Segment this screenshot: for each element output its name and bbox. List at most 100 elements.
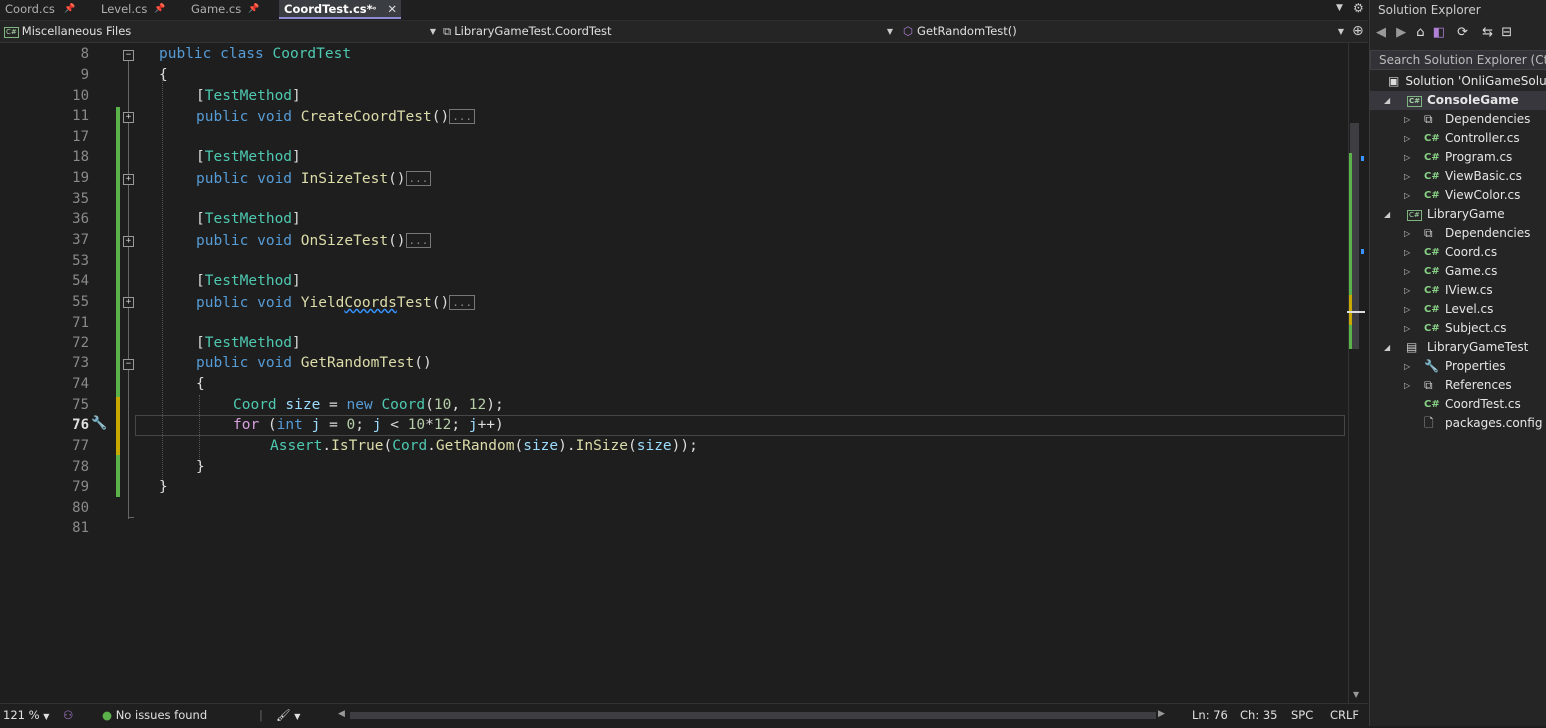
- line-number: 78: [72, 459, 89, 475]
- scroll-right-arrow-icon[interactable]: ▶: [1158, 709, 1165, 719]
- expanded-chevron-icon[interactable]: ◢: [1384, 91, 1390, 110]
- home-icon[interactable]: ⌂: [1416, 25, 1424, 40]
- collapsed-chevron-icon[interactable]: ▷: [1404, 129, 1410, 148]
- zoom-dropdown[interactable]: 121 % ▼: [3, 704, 49, 726]
- dependencies-icon: ⧉: [1424, 226, 1433, 240]
- code-cleanup-icon[interactable]: 🖌 ▼: [276, 704, 300, 726]
- tab-coord-cs[interactable]: Coord.cs 📌: [0, 0, 92, 19]
- document-tab-bar: Coord.cs 📌 Level.cs 📌 Game.cs 📌 CoordTes…: [0, 0, 1368, 21]
- type-dropdown[interactable]: ⧉ LibraryGameTest.CoordTest ▼: [443, 23, 893, 40]
- line-ending-indicator[interactable]: CRLF: [1330, 704, 1359, 726]
- tree-item-label: ConsoleGame: [1427, 93, 1519, 107]
- code-line: Assert.IsTrue(Cord.GetRandom(size).InSiz…: [270, 438, 698, 454]
- expand-icon[interactable]: +: [123, 112, 134, 123]
- expanded-chevron-icon[interactable]: ◢: [1384, 338, 1390, 357]
- collapsed-chevron-icon[interactable]: ▷: [1404, 167, 1410, 186]
- whitespace-indicator[interactable]: SPC: [1291, 704, 1313, 726]
- collapsed-chevron-icon[interactable]: ▷: [1404, 319, 1410, 338]
- collapse-icon[interactable]: −: [123, 50, 134, 61]
- tree-item-file[interactable]: ▷ C# IView.cs: [1370, 281, 1546, 300]
- collapsed-chevron-icon[interactable]: ▷: [1404, 110, 1410, 129]
- search-placeholder: Search Solution Explorer (Ctrl+;): [1379, 53, 1546, 67]
- pin-icon[interactable]: ⊸: [369, 0, 377, 19]
- pin-icon[interactable]: 📌: [154, 0, 165, 19]
- csharp-file-icon: C#: [1424, 304, 1440, 315]
- tree-item-file[interactable]: ▷ C# Level.cs: [1370, 300, 1546, 319]
- tree-item-label: ViewBasic.cs: [1445, 169, 1522, 183]
- expanded-chevron-icon[interactable]: ◢: [1384, 205, 1390, 224]
- type-label: LibraryGameTest.CoordTest: [454, 24, 612, 38]
- column-indicator[interactable]: Ch: 35: [1240, 704, 1277, 726]
- outline-line-end: [128, 517, 134, 518]
- search-solution-explorer-input[interactable]: Search Solution Explorer (Ctrl+;): [1370, 50, 1546, 70]
- tree-item-file[interactable]: 🗋 packages.config: [1370, 414, 1546, 433]
- collapsed-chevron-icon[interactable]: ▷: [1404, 262, 1410, 281]
- collapsed-chevron-icon[interactable]: ▷: [1404, 376, 1410, 395]
- csharp-file-icon: C#: [1424, 152, 1440, 163]
- history-icon[interactable]: ⟳: [1457, 25, 1468, 40]
- issues-indicator[interactable]: ● No issues found: [102, 704, 207, 726]
- scroll-left-arrow-icon[interactable]: ◀: [338, 709, 345, 719]
- vertical-scrollbar[interactable]: ▼: [1347, 43, 1365, 703]
- collapsed-chevron-icon[interactable]: ▷: [1404, 148, 1410, 167]
- tree-item-file[interactable]: ▷ C# Coord.cs: [1370, 243, 1546, 262]
- close-icon[interactable]: ✕: [387, 0, 397, 19]
- collapsed-chevron-icon[interactable]: ▷: [1404, 357, 1410, 376]
- tree-item-file[interactable]: ▷ C# ViewColor.cs: [1370, 186, 1546, 205]
- project-node-consolegame[interactable]: ◢ C# ConsoleGame: [1370, 91, 1546, 110]
- collapsed-chevron-icon[interactable]: ▷: [1404, 186, 1410, 205]
- chevron-down-icon: ▼: [43, 712, 50, 721]
- expand-icon[interactable]: +: [123, 174, 134, 185]
- tab-label: Coord.cs: [5, 2, 55, 16]
- project-dropdown[interactable]: C# Miscellaneous Files ▼: [4, 23, 436, 40]
- csharp-file-icon: C#: [1424, 190, 1440, 201]
- tree-item-dependencies[interactable]: ▷ ⧉ Dependencies: [1370, 110, 1546, 129]
- quick-actions-screwdriver-icon[interactable]: 🔧: [91, 416, 107, 431]
- tab-overflow-chevron-icon[interactable]: ▼: [1336, 3, 1343, 13]
- csharp-file-icon: C#: [1424, 247, 1440, 258]
- expand-icon[interactable]: +: [123, 236, 134, 247]
- member-dropdown[interactable]: ⬡ GetRandomTest() ▼: [903, 23, 1344, 40]
- csharp-file-icon: C#: [1424, 323, 1440, 334]
- solution-node[interactable]: ▣ Solution 'OnliGameSolution': [1388, 72, 1546, 91]
- scroll-down-arrow-icon[interactable]: ▼: [1353, 690, 1359, 699]
- tree-item-file[interactable]: C# CoordTest.cs: [1370, 395, 1546, 414]
- gear-icon[interactable]: ⚙: [1353, 1, 1364, 15]
- project-node-librarygametest[interactable]: ◢ ▤ LibraryGameTest: [1370, 338, 1546, 357]
- horizontal-scrollbar-thumb[interactable]: [350, 712, 1156, 719]
- collapsed-chevron-icon[interactable]: ▷: [1404, 300, 1410, 319]
- collapsed-chevron-icon[interactable]: ▷: [1404, 243, 1410, 262]
- collapse-icon[interactable]: −: [123, 359, 134, 370]
- tree-item-references[interactable]: ▷ ⧉ References: [1370, 376, 1546, 395]
- tree-item-file[interactable]: ▷ C# ViewBasic.cs: [1370, 167, 1546, 186]
- pin-icon[interactable]: 📌: [64, 0, 75, 19]
- tab-game-cs[interactable]: Game.cs 📌: [186, 0, 276, 19]
- back-icon[interactable]: ◀: [1376, 25, 1386, 40]
- tree-item-file[interactable]: ▷ C# Game.cs: [1370, 262, 1546, 281]
- tree-item-file[interactable]: ▷ C# Program.cs: [1370, 148, 1546, 167]
- collapsed-chevron-icon[interactable]: ▷: [1404, 224, 1410, 243]
- tree-item-file[interactable]: ▷ C# Controller.cs: [1370, 129, 1546, 148]
- pin-icon[interactable]: 📌: [248, 0, 259, 19]
- line-indicator[interactable]: Ln: 76: [1192, 704, 1228, 726]
- line-number: 37: [72, 232, 89, 248]
- tab-coordtest-cs[interactable]: CoordTest.cs* ⊸ ✕: [279, 0, 401, 19]
- dependencies-icon: ⧉: [1424, 112, 1433, 126]
- tree-item-dependencies[interactable]: ▷ ⧉ Dependencies: [1370, 224, 1546, 243]
- code-editor[interactable]: 8 9 10 11 17 18 19 35 36 37 53 54 55 71 …: [0, 43, 1348, 703]
- tree-item-label: Level.cs: [1445, 302, 1494, 316]
- divider: |: [259, 708, 263, 722]
- line-number: 18: [72, 149, 89, 165]
- forward-icon[interactable]: ▶: [1396, 25, 1406, 40]
- collapsed-chevron-icon[interactable]: ▷: [1404, 281, 1410, 300]
- collapse-all-icon[interactable]: ⊟: [1501, 25, 1512, 40]
- project-node-librarygame[interactable]: ◢ C# LibraryGame: [1370, 205, 1546, 224]
- sync-icon[interactable]: ⇆: [1482, 25, 1493, 40]
- split-window-icon[interactable]: ⊕: [1352, 23, 1364, 39]
- tab-level-cs[interactable]: Level.cs 📌: [96, 0, 176, 19]
- switch-views-icon[interactable]: ◧: [1433, 25, 1445, 40]
- expand-icon[interactable]: +: [123, 297, 134, 308]
- copilot-icon[interactable]: ⚇: [63, 704, 73, 726]
- tree-item-properties[interactable]: ▷ 🔧 Properties: [1370, 357, 1546, 376]
- tree-item-file[interactable]: ▷ C# Subject.cs: [1370, 319, 1546, 338]
